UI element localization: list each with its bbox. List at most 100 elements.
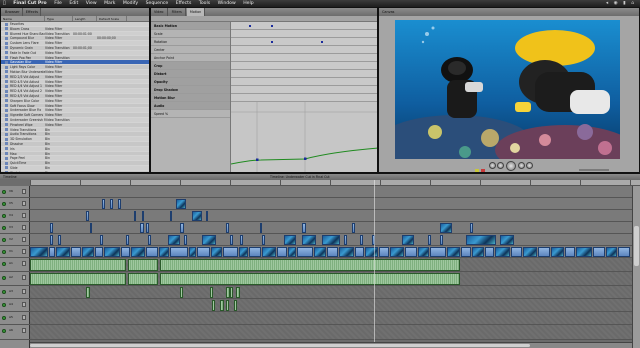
video-track[interactable] (30, 186, 632, 198)
video-clip[interactable] (170, 211, 172, 221)
video-clip[interactable] (500, 235, 514, 245)
tab-filters[interactable]: Filters (169, 8, 186, 16)
video-clip[interactable] (447, 247, 460, 257)
lock-icon[interactable] (22, 261, 26, 266)
video-clip[interactable] (405, 247, 417, 257)
video-clip[interactable] (49, 247, 55, 257)
timeline-vertical-scrollbar[interactable] (632, 186, 640, 348)
video-clip[interactable] (223, 247, 238, 257)
video-clip[interactable] (118, 199, 121, 209)
video-clip[interactable] (302, 223, 306, 233)
tab-timeline[interactable]: Timeline (3, 175, 17, 179)
video-clip[interactable] (184, 235, 187, 245)
video-clip[interactable] (202, 235, 216, 245)
video-clip[interactable] (134, 211, 136, 221)
audio-clip[interactable] (160, 259, 460, 271)
lock-icon[interactable] (22, 328, 26, 333)
video-clip[interactable] (146, 247, 158, 257)
video-clip[interactable] (538, 247, 550, 257)
parameter-keyframe-band[interactable] (231, 70, 377, 78)
menu-window[interactable]: Window (218, 0, 236, 7)
track-header[interactable]: A2 (0, 272, 30, 286)
audio-clip[interactable] (128, 259, 158, 271)
parameter-keyframe-band[interactable] (231, 62, 377, 70)
track-visibility-icon[interactable] (2, 226, 6, 230)
track-header[interactable]: V3 (0, 222, 30, 234)
video-clip[interactable] (390, 247, 404, 257)
video-clip[interactable] (95, 247, 103, 257)
video-clip[interactable] (352, 223, 355, 233)
video-clip[interactable] (110, 199, 113, 209)
lock-icon[interactable] (22, 302, 26, 307)
track-visibility-icon[interactable] (2, 276, 6, 280)
video-clip[interactable] (322, 235, 340, 245)
speed-curve-area[interactable] (230, 102, 377, 172)
audio-track[interactable] (30, 299, 632, 312)
video-clip[interactable] (440, 223, 452, 233)
track-visibility-icon[interactable] (2, 202, 6, 206)
parameter-keyframe-band[interactable] (231, 30, 377, 38)
track-header[interactable]: A4 (0, 299, 30, 312)
video-clip[interactable] (260, 223, 262, 233)
video-clip[interactable] (56, 247, 70, 257)
video-clip[interactable] (277, 247, 287, 257)
video-clip[interactable] (104, 247, 120, 257)
track-visibility-icon[interactable] (2, 290, 6, 294)
parameter-row[interactable]: Anchor Point (151, 54, 230, 62)
track-header[interactable]: V5 (0, 198, 30, 210)
lock-icon[interactable] (22, 201, 26, 206)
video-clip[interactable] (593, 247, 605, 257)
video-clip[interactable] (82, 247, 94, 257)
parameter-keyframe-band[interactable] (231, 54, 377, 62)
audio-clip[interactable] (226, 300, 229, 311)
parameter-row[interactable]: Scale (151, 30, 230, 38)
play-in-to-out-button[interactable] (497, 162, 504, 169)
lock-icon[interactable] (22, 237, 26, 242)
video-clip[interactable] (126, 235, 129, 245)
video-clip[interactable] (189, 247, 196, 257)
menu-help[interactable]: Help (243, 0, 253, 7)
menu-tools[interactable]: Tools (199, 0, 210, 7)
video-clip[interactable] (102, 199, 105, 209)
video-clip[interactable] (365, 247, 378, 257)
menu-mark[interactable]: Mark (104, 0, 115, 7)
canvas-video-frame[interactable] (395, 20, 620, 159)
audio-clip[interactable] (234, 300, 237, 311)
video-clip[interactable] (170, 247, 188, 257)
video-clip[interactable] (206, 211, 208, 221)
video-clip[interactable] (470, 223, 473, 233)
lock-icon[interactable] (22, 213, 26, 218)
keyframe-graph[interactable] (230, 22, 377, 172)
video-clip[interactable] (402, 235, 414, 245)
menu-sequence[interactable]: Sequence (146, 0, 169, 7)
video-clip[interactable] (131, 247, 145, 257)
video-clip[interactable] (576, 247, 592, 257)
video-clip[interactable] (168, 235, 180, 245)
video-clip[interactable] (485, 247, 494, 257)
keyframe-icon[interactable] (304, 157, 307, 161)
video-clip[interactable] (314, 247, 326, 257)
lock-icon[interactable] (22, 289, 26, 294)
video-clip[interactable] (379, 247, 389, 257)
track-visibility-icon[interactable] (2, 190, 6, 194)
video-clip[interactable] (511, 247, 522, 257)
video-clip[interactable] (523, 247, 537, 257)
video-clip[interactable] (495, 247, 510, 257)
menu-effects[interactable]: Effects (176, 0, 192, 7)
video-clip[interactable] (262, 235, 265, 245)
parameter-row[interactable]: Distort (151, 70, 230, 78)
audio-clip[interactable] (30, 273, 126, 285)
menu-status-icons[interactable]: ◂ ◉ ▮ ⌂ (606, 0, 636, 7)
video-clip[interactable] (551, 247, 564, 257)
parameter-row[interactable]: Motion Blur (151, 94, 230, 102)
track-header[interactable]: A1 (0, 258, 30, 272)
video-clip[interactable] (86, 211, 89, 221)
parameter-row[interactable]: Basic Motion (151, 22, 230, 30)
video-clip[interactable] (121, 247, 130, 257)
audio-clip[interactable] (30, 259, 126, 271)
video-clip[interactable] (302, 235, 316, 245)
playhead[interactable] (374, 180, 375, 348)
parameter-row[interactable]: Drop Shadow (151, 86, 230, 94)
video-clip[interactable] (249, 247, 261, 257)
tab-effects[interactable]: Effects (24, 8, 41, 16)
